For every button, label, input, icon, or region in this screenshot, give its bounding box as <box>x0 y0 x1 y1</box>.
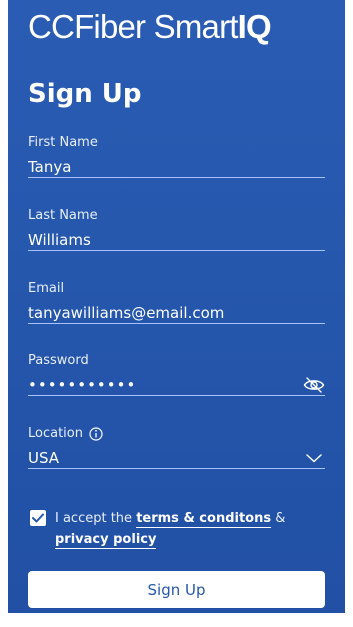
location-field[interactable]: Location USA <box>28 426 325 469</box>
first-name-label: First Name <box>28 135 98 150</box>
terms-text: I accept the terms & conditons & privacy… <box>55 508 325 550</box>
eye-off-icon[interactable] <box>303 374 325 396</box>
first-name-input[interactable]: Tanya <box>28 156 325 178</box>
email-field[interactable]: Email tanyawilliams@email.com <box>28 281 325 324</box>
first-name-field[interactable]: First Name Tanya <box>28 135 325 178</box>
email-label: Email <box>28 281 65 296</box>
last-name-input[interactable]: Williams <box>28 229 325 251</box>
last-name-label: Last Name <box>28 208 98 223</box>
email-input[interactable]: tanyawilliams@email.com <box>28 302 325 324</box>
brand-name-regular: CCFiber Smart <box>28 8 238 45</box>
terms-joiner: & <box>271 511 286 526</box>
brand-logo: CCFiber SmartIQ <box>28 8 272 45</box>
chevron-down-icon[interactable] <box>303 447 325 469</box>
checkmark-icon <box>32 513 44 523</box>
privacy-policy-link[interactable]: privacy policy <box>55 532 157 549</box>
terms-checkbox[interactable] <box>30 510 46 526</box>
sign-up-button[interactable]: Sign Up <box>28 571 325 608</box>
terms-link[interactable]: terms & conditons <box>136 511 272 528</box>
last-name-field[interactable]: Last Name Williams <box>28 208 325 251</box>
location-select[interactable]: USA <box>28 447 325 469</box>
password-field[interactable]: Password ••••••••••• <box>28 353 325 396</box>
password-input[interactable]: ••••••••••• <box>28 374 325 396</box>
password-masked-value: ••••••••••• <box>28 376 137 394</box>
location-selected-value: USA <box>28 449 60 467</box>
info-icon[interactable] <box>89 427 103 441</box>
location-label: Location <box>28 426 325 442</box>
signup-screen: CCFiber SmartIQ Sign Up First Name Tanya… <box>8 0 345 613</box>
page-title: Sign Up <box>28 79 142 109</box>
password-label: Password <box>28 353 89 368</box>
brand-name-bold: IQ <box>237 8 272 45</box>
terms-prefix: I accept the <box>55 511 137 526</box>
